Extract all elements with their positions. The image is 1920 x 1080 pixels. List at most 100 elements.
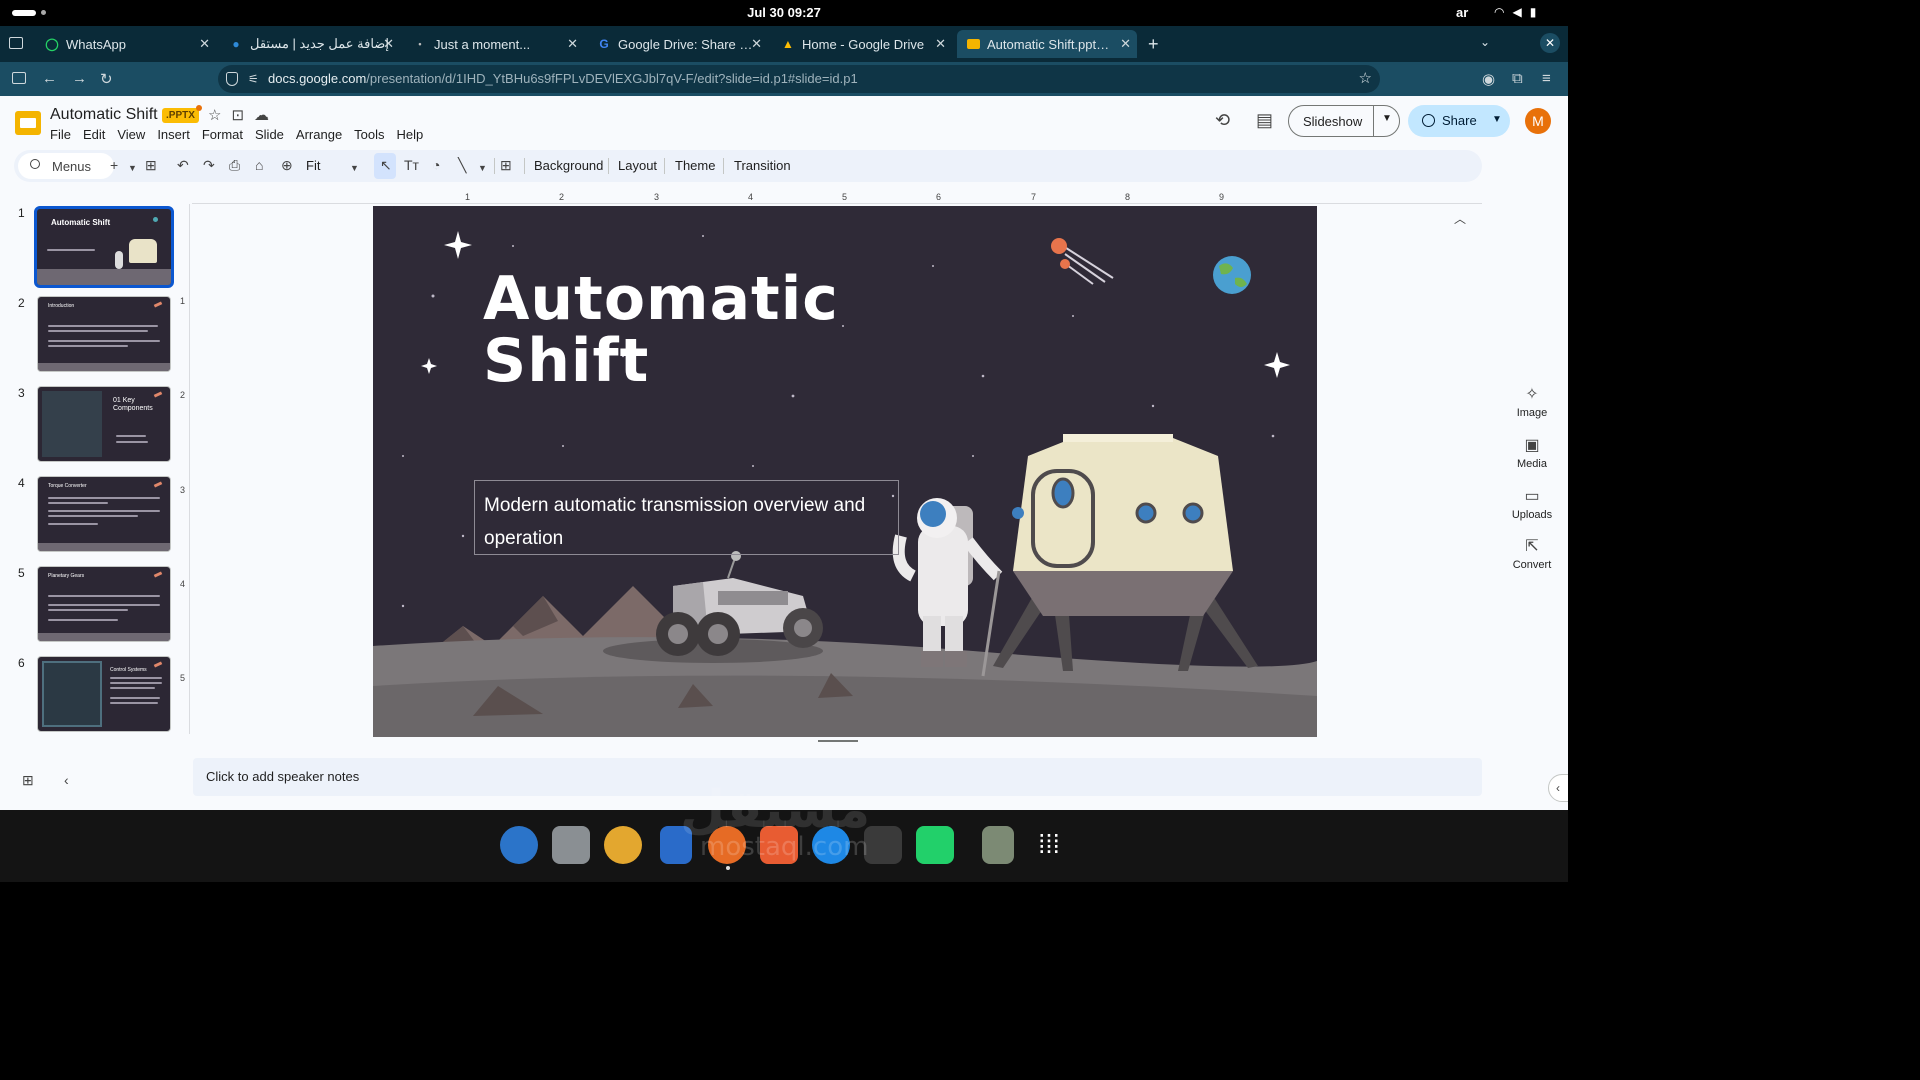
app-grid-icon[interactable]: ⁞⁞⁞ [1030, 826, 1068, 864]
tab-list-chevron-icon[interactable]: ⌄ [1480, 35, 1490, 49]
reload-icon[interactable]: ↻ [100, 70, 113, 88]
slide-thumbnail-6[interactable]: Control Systems [37, 656, 171, 732]
version-history-icon[interactable]: ⟲ [1215, 110, 1230, 131]
collapse-toolbar-icon[interactable]: ︿ [1454, 210, 1466, 227]
files-icon[interactable] [552, 826, 590, 864]
text-box-icon[interactable]: Tт [404, 157, 419, 173]
browser-nav-bar: ← → ↻ ⚟ docs.google.com/presentation/d/1… [0, 62, 1568, 96]
chevron-down-icon[interactable]: ▼ [478, 160, 487, 176]
select-cursor-icon[interactable]: ↖ [380, 157, 392, 173]
tab-automatic-shift[interactable]: Automatic Shift.pptx - Go ✕ [957, 30, 1137, 58]
pycharm-icon[interactable] [916, 826, 954, 864]
transition-button[interactable]: Transition [734, 158, 791, 173]
menu-slide[interactable]: Slide [255, 127, 284, 142]
redo-icon[interactable]: ↷ [203, 157, 215, 173]
system-clock[interactable]: Jul 30 09:27 [0, 5, 1568, 20]
close-tab-icon[interactable]: ✕ [1120, 36, 1131, 52]
chevron-down-icon[interactable]: ▼ [128, 160, 137, 176]
close-tab-icon[interactable]: ✕ [567, 36, 578, 52]
input-language-indicator[interactable]: ar [1456, 5, 1468, 20]
close-tab-icon[interactable]: ✕ [199, 36, 210, 52]
comments-icon[interactable]: ▤ [1256, 110, 1273, 131]
horizontal-ruler[interactable]: 1 2 3 4 5 6 7 8 9 [192, 192, 1482, 204]
slideshow-button[interactable]: Slideshow ▼ [1288, 105, 1400, 137]
close-tab-icon[interactable]: ✕ [383, 36, 394, 52]
menu-tools[interactable]: Tools [354, 127, 384, 142]
side-convert-button[interactable]: ⇱ Convert [1504, 536, 1560, 571]
print-icon[interactable]: ⎙ [229, 157, 240, 173]
slide-thumbnail-4[interactable]: Torque Converter [37, 476, 171, 552]
close-tab-icon[interactable]: ✕ [935, 36, 946, 52]
paint-format-icon[interactable]: ⌂ [255, 157, 263, 173]
undo-icon[interactable]: ↶ [177, 157, 189, 173]
menu-format[interactable]: Format [202, 127, 243, 142]
avatar[interactable]: M [1525, 108, 1551, 134]
tab-home-google-drive[interactable]: ▲ Home - Google Drive ✕ [772, 30, 952, 58]
slide-thumbnail-5[interactable]: Planetary Gears [37, 566, 171, 642]
trash-icon[interactable] [982, 826, 1014, 864]
menu-file[interactable]: File [50, 127, 71, 142]
side-uploads-button[interactable]: ▭ Uploads [1504, 486, 1560, 521]
chevron-down-icon[interactable]: ▼ [1492, 114, 1502, 125]
slide-thumbnail-1[interactable]: Automatic Shift [34, 206, 174, 288]
window-close-button[interactable]: ✕ [1540, 33, 1560, 53]
back-arrow-icon[interactable]: ← [42, 70, 57, 87]
move-folder-icon[interactable]: ⊡ [231, 106, 244, 124]
slide-thumbnail-3[interactable]: 01 Key Components [37, 386, 171, 462]
zoom-select[interactable]: Fit [306, 158, 320, 173]
notes-resize-handle[interactable] [818, 740, 858, 742]
share-button[interactable]: Share ▼ [1408, 105, 1510, 137]
layout-button[interactable]: Layout [618, 158, 657, 173]
shape-icon[interactable]: ◔ [432, 157, 440, 173]
background-button[interactable]: Background [534, 158, 603, 173]
shield-icon[interactable] [226, 72, 238, 86]
new-tab-button[interactable]: + [1148, 34, 1159, 55]
collapse-filmstrip-icon[interactable]: ‹ [64, 772, 69, 788]
new-slide-icon[interactable]: + [110, 157, 118, 173]
side-media-button[interactable]: ▣ Media [1504, 435, 1560, 470]
sidebar-toggle-icon[interactable] [12, 72, 26, 84]
grid-view-icon[interactable]: ⊞ [22, 772, 34, 789]
bookmark-star-icon[interactable]: ☆ [1359, 65, 1372, 93]
tab-just-a-moment[interactable]: • Just a moment... ✕ [404, 30, 584, 58]
thunderbird-icon[interactable] [500, 826, 538, 864]
tab-mostaql[interactable]: ● إضافة عمل جديد | مستقل ✕ [220, 30, 400, 58]
slide-subtitle[interactable]: Modern automatic transmission overview a… [474, 480, 899, 555]
tab-overview-icon[interactable] [9, 37, 23, 49]
close-tab-icon[interactable]: ✕ [751, 36, 762, 52]
forward-arrow-icon[interactable]: → [72, 70, 87, 87]
zoom-icon[interactable]: ⊕ [281, 157, 293, 173]
vertical-ruler[interactable]: 1 2 3 4 5 [180, 204, 190, 734]
address-bar[interactable]: ⚟ docs.google.com/presentation/d/1IHD_Yt… [218, 65, 1380, 93]
slides-logo-icon[interactable] [15, 111, 41, 135]
theme-button[interactable]: Theme [675, 158, 715, 173]
menu-hamburger-icon[interactable]: ≡ [1542, 70, 1551, 87]
slide-canvas[interactable]: Automatic Shift Modern automatic transmis… [373, 206, 1317, 737]
slide-title[interactable]: Automatic Shift [483, 268, 839, 392]
menu-edit[interactable]: Edit [83, 127, 105, 142]
document-title[interactable]: Automatic Shift [50, 106, 158, 124]
menu-insert[interactable]: Insert [157, 127, 190, 142]
chevron-down-icon[interactable]: ▼ [350, 160, 359, 176]
line-icon[interactable]: ╲ [458, 157, 466, 173]
import-slide-icon[interactable]: ⊞ [145, 157, 157, 173]
menus-search[interactable]: Menus [18, 153, 114, 179]
menu-help[interactable]: Help [397, 127, 424, 142]
star-icon[interactable]: ☆ [208, 106, 221, 124]
extensions-icon[interactable]: ⧉ [1512, 70, 1523, 87]
add-comment-icon[interactable]: ⊞ [500, 157, 512, 173]
menu-arrange[interactable]: Arrange [296, 127, 342, 142]
tab-google-drive-share[interactable]: G Google Drive: Share Files ✕ [588, 30, 768, 58]
image-sparkle-icon: ✧ [1525, 386, 1539, 403]
chevron-left-icon[interactable]: ‹ [1548, 774, 1568, 802]
system-tray[interactable]: ◠ ◀ ▮ [1494, 5, 1536, 19]
account-icon[interactable]: ◉ [1482, 70, 1495, 88]
slide-thumbnail-2[interactable]: Introduction [37, 296, 171, 372]
tab-whatsapp[interactable]: ◯ WhatsApp ✕ [36, 30, 216, 58]
rhythmbox-icon[interactable] [604, 826, 642, 864]
site-settings-icon[interactable]: ⚟ [248, 65, 259, 93]
cloud-status-icon[interactable]: ☁ [254, 106, 269, 124]
chevron-down-icon[interactable]: ▼ [1382, 113, 1392, 124]
side-image-button[interactable]: ✧ Image [1504, 384, 1560, 419]
menu-view[interactable]: View [117, 127, 145, 142]
